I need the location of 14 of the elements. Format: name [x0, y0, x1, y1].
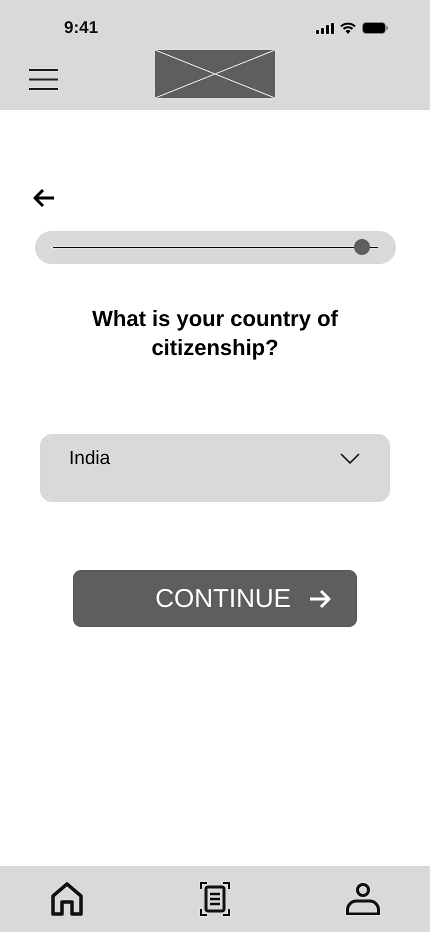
- back-arrow-icon[interactable]: [33, 188, 55, 208]
- country-dropdown[interactable]: India: [40, 434, 390, 502]
- question-text: What is your country of citizenship?: [91, 305, 339, 362]
- document-scan-icon[interactable]: [200, 882, 230, 916]
- home-icon[interactable]: [51, 882, 83, 916]
- arrow-right-icon: [309, 588, 331, 608]
- signal-icon: [316, 22, 334, 34]
- battery-icon: [362, 22, 388, 34]
- wifi-icon: [340, 22, 356, 34]
- profile-icon[interactable]: [346, 883, 380, 915]
- status-time: 9:41: [64, 18, 98, 38]
- continue-button[interactable]: CONTINUE: [73, 570, 357, 627]
- menu-icon[interactable]: [29, 69, 58, 90]
- chevron-down-icon: [340, 453, 360, 464]
